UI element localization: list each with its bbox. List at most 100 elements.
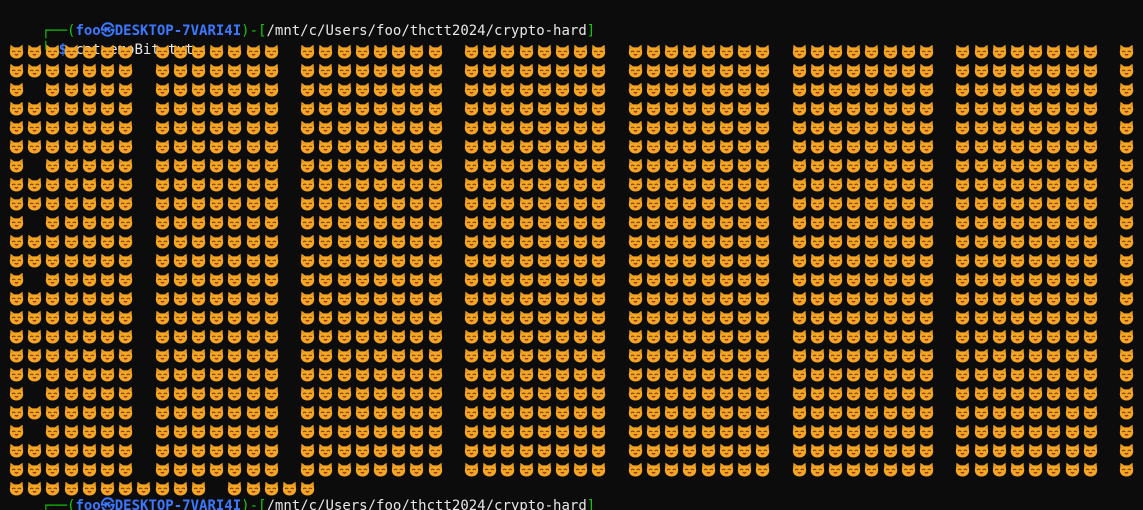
cat-face-emoji-icon [191,310,206,325]
cat-face-emoji-icon [555,253,570,268]
cat-face-emoji-icon [555,215,570,230]
cat-face-emoji-icon [264,462,279,477]
cat-face-emoji-icon [155,196,169,211]
cat-face-emoji-icon [956,63,970,78]
cat-face-emoji-icon [373,63,388,78]
cat-face-emoji-icon [482,120,497,135]
cat-face-emoji-icon [537,82,552,97]
cat-face-emoji-icon [1047,158,1061,173]
cat-face-emoji-icon [100,234,115,249]
cat-face-emoji-icon [992,158,1007,173]
cat-face-emoji-icon [300,291,315,306]
cat-face-emoji-icon [501,386,515,401]
cat-face-emoji-icon [573,329,588,344]
cat-face-emoji-icon [719,196,734,211]
cat-face-emoji-icon [191,120,206,135]
cat-face-emoji-icon [701,329,715,344]
cat-face-emoji-icon [501,424,515,439]
cat-face-emoji-icon [683,310,697,325]
cat-face-emoji-icon [355,405,370,420]
cat-face-emoji-icon [755,101,770,116]
cat-face-emoji-icon [319,386,333,401]
cat-face-emoji-icon [1119,386,1134,401]
cat-face-emoji-icon [27,101,42,116]
cat-face-emoji-icon [1028,462,1043,477]
cat-face-emoji-icon [737,405,752,420]
cat-face-emoji-icon [646,329,661,344]
cat-face-emoji-icon [901,329,916,344]
cat-face-emoji-icon [355,215,370,230]
cat-face-emoji-icon [264,196,279,211]
cat-face-emoji-icon [1065,424,1079,439]
cat-face-emoji-icon [919,44,934,59]
cat-face-emoji-icon [300,329,315,344]
command-line-2[interactable]: └─$ [8,497,74,510]
terminal-window[interactable]: ┌──(foo㉿DESKTOP-7VARI4I)-[/mnt/c/Users/f… [0,0,1143,510]
cat-face-emoji-icon [846,177,861,192]
prompt-at-symbol: ㉿ [100,498,115,510]
cat-face-emoji-icon [664,329,679,344]
cat-face-emoji-icon [46,44,60,59]
cat-face-emoji-icon [1028,44,1043,59]
cat-face-emoji-icon [118,44,133,59]
cat-face-emoji-icon [1047,196,1061,211]
cat-face-emoji-icon [1010,234,1025,249]
cat-face-emoji-icon [664,63,679,78]
cat-face-emoji-icon [737,424,752,439]
cat-face-emoji-icon [537,424,552,439]
cat-face-emoji-icon [355,63,370,78]
cat-face-emoji-icon [1119,348,1134,363]
cat-face-emoji-icon [865,63,879,78]
cat-face-emoji-icon [1083,386,1098,401]
cat-face-emoji-icon [883,443,897,458]
cat-face-emoji-icon [901,120,916,135]
cat-face-emoji-icon [373,424,388,439]
cat-face-emoji-icon [246,177,260,192]
cat-face-emoji-icon [956,44,970,59]
cat-face-emoji-icon [9,44,24,59]
cat-face-emoji-icon [810,310,825,325]
cat-face-emoji-icon [64,253,78,268]
cat-face-emoji-icon [1065,215,1079,230]
cat-face-emoji-icon [737,253,752,268]
cat-face-emoji-icon [555,158,570,173]
cat-face-emoji-icon [391,44,406,59]
cat-face-emoji-icon [319,405,333,420]
cat-face-emoji-icon [264,120,279,135]
cat-face-emoji-icon [555,272,570,287]
cat-face-emoji-icon [519,367,533,382]
cat-face-emoji-icon [9,196,24,211]
cat-face-emoji-icon [865,367,879,382]
cat-face-emoji-icon [901,272,916,287]
cat-face-emoji-icon [1119,367,1134,382]
cat-face-emoji-icon [573,462,588,477]
cat-face-emoji-icon [992,253,1007,268]
cat-face-emoji-icon [901,215,916,230]
cat-face-emoji-icon [646,234,661,249]
cat-face-emoji-icon [337,272,351,287]
cat-face-emoji-icon [828,253,843,268]
cat-face-emoji-icon [1083,196,1098,211]
cat-face-emoji-icon [956,386,970,401]
cat-face-emoji-icon [1065,234,1079,249]
cat-face-emoji-icon [410,253,424,268]
cat-face-emoji-icon [1083,139,1098,154]
cat-face-emoji-icon [46,348,60,363]
cat-face-emoji-icon [737,310,752,325]
cat-face-emoji-icon [428,291,442,306]
cat-face-emoji-icon [82,462,97,477]
cat-face-emoji-icon [428,310,442,325]
cat-face-emoji-icon [519,386,533,401]
cat-face-emoji-icon [228,215,242,230]
cat-face-emoji-icon [683,44,697,59]
cat-face-emoji-icon [846,82,861,97]
cat-face-emoji-icon [1010,196,1025,211]
cat-face-emoji-icon [592,291,606,306]
cat-face-emoji-icon [100,405,115,420]
cat-face-emoji-icon [264,329,279,344]
cat-face-emoji-icon [428,82,442,97]
cat-face-emoji-icon [755,386,770,401]
cat-face-emoji-icon [755,215,770,230]
cat-face-emoji-icon [373,196,388,211]
cat-face-emoji-icon [300,310,315,325]
